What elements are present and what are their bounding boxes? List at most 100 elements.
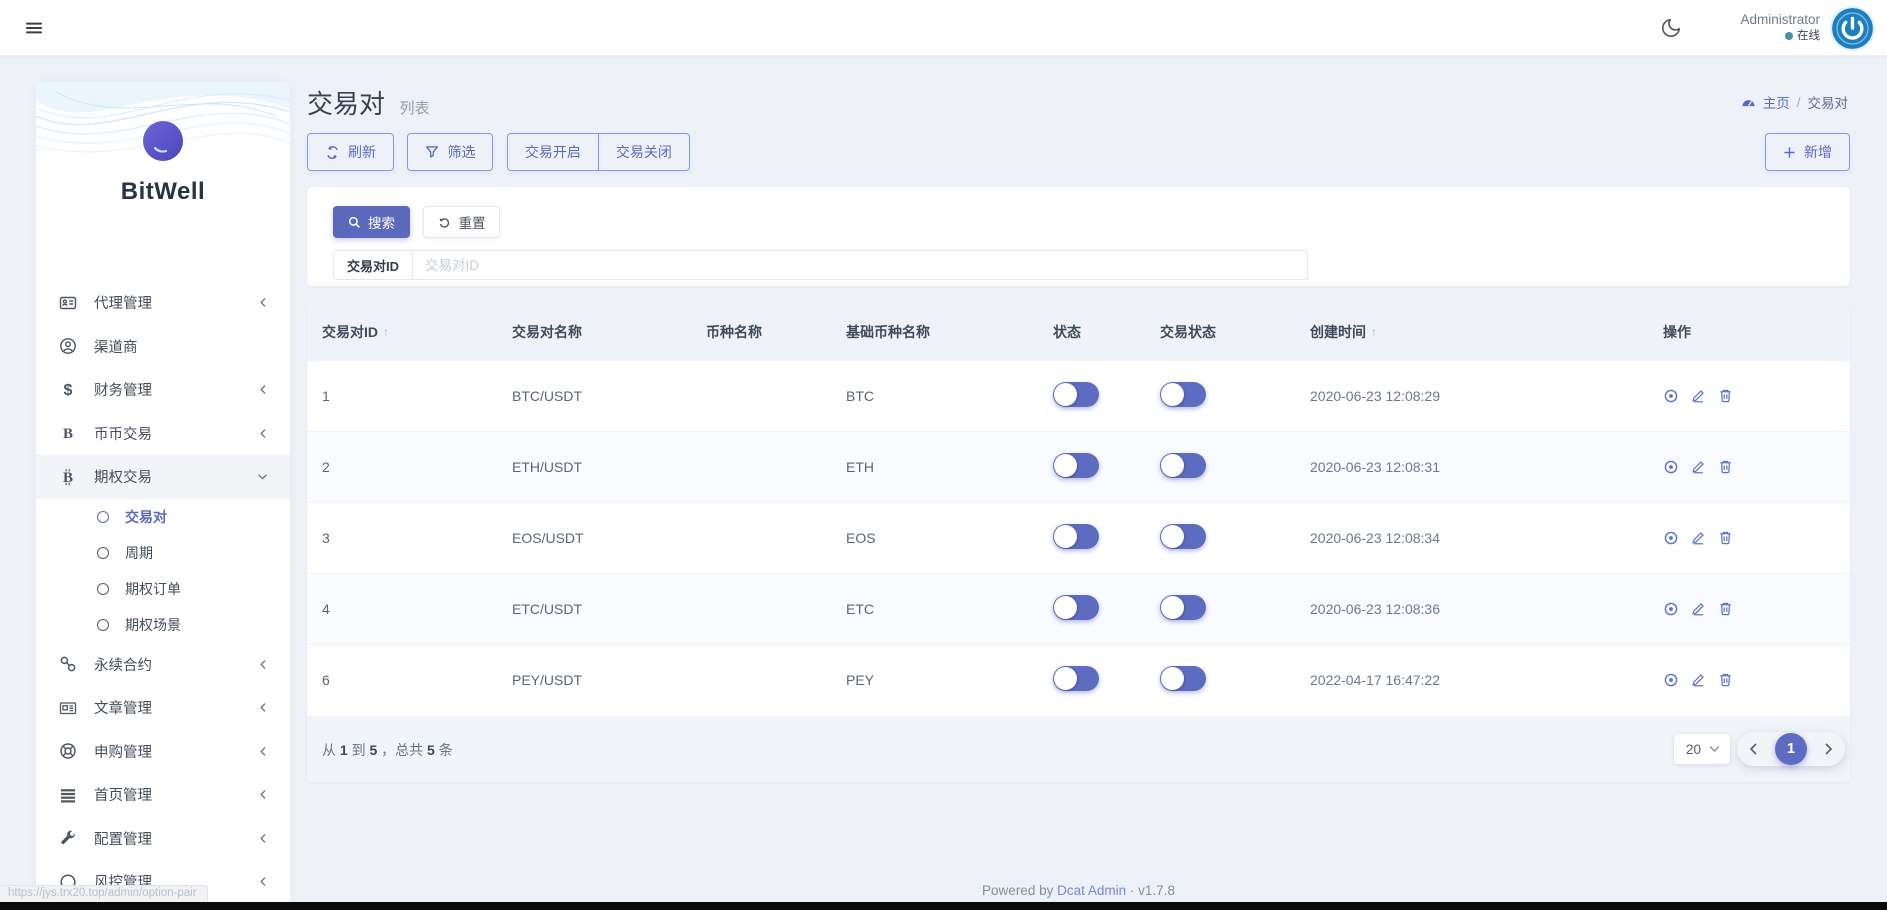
chevron-left-icon: [258, 297, 268, 308]
sidebar-item-agent-management[interactable]: 代理管理: [36, 281, 290, 325]
table-row: 2 ETH/USDT ETH 2020-06-23 12:08:31: [307, 431, 1850, 502]
sidebar-item-label: 代理管理: [94, 292, 152, 313]
sidebar-item-spot-trading[interactable]: B 币币交易: [36, 412, 290, 456]
view-eye-icon[interactable]: [1663, 601, 1679, 617]
column-header[interactable]: 交易对ID↑: [322, 322, 512, 342]
user-avatar-power-icon[interactable]: [1832, 8, 1873, 49]
sidebar-item-subscription-management[interactable]: 申购管理: [36, 730, 290, 774]
edit-pencil-icon[interactable]: [1691, 672, 1706, 688]
edit-pencil-icon[interactable]: [1691, 530, 1706, 546]
delete-trash-icon[interactable]: [1718, 601, 1733, 617]
trade-close-button[interactable]: 交易关闭: [598, 133, 690, 171]
bitwell-logo-icon: [142, 120, 184, 162]
dcat-admin-link[interactable]: Dcat Admin: [1057, 883, 1126, 898]
chevron-left-icon: [258, 659, 268, 670]
chain-link-icon: [58, 655, 78, 673]
trade-status-toggle[interactable]: [1160, 595, 1206, 620]
chevron-left-icon: [258, 833, 268, 844]
search-reset-button[interactable]: 重置: [423, 206, 500, 238]
table-row: 4 ETC/USDT ETC 2020-06-23 12:08:36: [307, 573, 1850, 644]
column-header[interactable]: 创建时间↑: [1310, 322, 1663, 342]
sidebar-item-label: 期权交易: [94, 466, 152, 487]
column-header: 币种名称: [706, 322, 846, 342]
view-eye-icon[interactable]: [1663, 388, 1679, 404]
sidebar-item-channel-merchant[interactable]: 渠道商: [36, 325, 290, 369]
bottom-black-bar: [0, 902, 1887, 910]
delete-trash-icon[interactable]: [1718, 459, 1733, 475]
sidebar-item-perpetual-contract[interactable]: 永续合约: [36, 643, 290, 687]
sidebar-item-label: 配置管理: [94, 828, 152, 849]
trade-status-toggle[interactable]: [1160, 453, 1206, 478]
sidebar-item-options-trading[interactable]: B 期权交易: [36, 455, 290, 499]
sidebar-item-article-management[interactable]: 文章管理: [36, 686, 290, 730]
online-status-label: 在线: [1797, 29, 1820, 43]
edit-pencil-icon[interactable]: [1691, 601, 1706, 617]
sidebar-logo-area: BitWell: [36, 82, 290, 199]
breadcrumb-home-link[interactable]: 主页: [1763, 92, 1790, 112]
refresh-button[interactable]: 刷新: [307, 133, 394, 171]
next-page-button[interactable]: [1824, 743, 1833, 755]
trade-status-toggle[interactable]: [1160, 666, 1206, 691]
trade-toggle-button-group: 交易开启 交易关闭: [507, 133, 690, 171]
dollar-icon: $: [58, 381, 78, 399]
sidebar-item-label: 期权订单: [125, 579, 181, 599]
trade-open-button[interactable]: 交易开启: [507, 133, 599, 171]
cell-base-coin: ETC: [846, 601, 1053, 617]
search-icon: [348, 216, 361, 229]
view-eye-icon[interactable]: [1663, 530, 1679, 546]
sidebar: BitWell 代理管理 渠道商 $ 财务管理 B 币币交易 B 期权交易: [36, 82, 290, 902]
sidebar-item-config-management[interactable]: 配置管理: [36, 817, 290, 861]
view-eye-icon[interactable]: [1663, 459, 1679, 475]
sidebar-subitem-option-scene[interactable]: 期权场景: [36, 607, 290, 643]
status-toggle[interactable]: [1053, 382, 1099, 407]
status-toggle[interactable]: [1053, 524, 1099, 549]
sidebar-item-homepage-management[interactable]: 首页管理: [36, 773, 290, 817]
circle-icon: [97, 547, 109, 559]
delete-trash-icon[interactable]: [1718, 388, 1733, 404]
sidebar-subitem-option-orders[interactable]: 期权订单: [36, 571, 290, 607]
trading-pair-id-field-group: 交易对ID: [333, 250, 1308, 280]
delete-trash-icon[interactable]: [1718, 672, 1733, 688]
sidebar-subitem-period[interactable]: 周期: [36, 535, 290, 571]
user-block[interactable]: Administrator 在线: [1740, 12, 1820, 43]
app-footer: Powered by Dcat Admin · v1.7.8: [307, 883, 1850, 898]
delete-trash-icon[interactable]: [1718, 530, 1733, 546]
field-label: 交易对ID: [333, 250, 412, 280]
status-toggle[interactable]: [1053, 453, 1099, 478]
sidebar-subitem-trading-pair[interactable]: 交易对: [36, 499, 290, 535]
hamburger-menu-icon[interactable]: [24, 18, 44, 38]
search-submit-label: 搜索: [368, 212, 395, 232]
table-row: 1 BTC/USDT BTC 2020-06-23 12:08:29: [307, 360, 1850, 431]
cell-base-coin: EOS: [846, 530, 1053, 546]
filter-button[interactable]: 筛选: [407, 133, 493, 171]
filter-funnel-icon: [425, 145, 439, 159]
cell-pair-name: BTC/USDT: [512, 388, 706, 404]
page-size-select[interactable]: 20: [1674, 734, 1730, 764]
column-header: 交易对名称: [512, 322, 706, 342]
create-button[interactable]: 新增: [1765, 133, 1850, 171]
previous-page-button[interactable]: [1749, 743, 1758, 755]
sort-up-icon[interactable]: ↑: [1371, 325, 1377, 339]
cell-pair-name: ETC/USDT: [512, 601, 706, 617]
current-page-button[interactable]: 1: [1775, 733, 1807, 765]
status-toggle[interactable]: [1053, 666, 1099, 691]
dark-mode-moon-icon[interactable]: [1660, 17, 1682, 39]
trade-status-toggle[interactable]: [1160, 382, 1206, 407]
trading-pair-id-input[interactable]: [412, 250, 1308, 280]
sort-up-icon[interactable]: ↑: [383, 325, 389, 339]
chevron-left-icon: [258, 876, 268, 887]
view-eye-icon[interactable]: [1663, 672, 1679, 688]
row-actions: [1663, 601, 1850, 617]
dashboard-gauge-icon: [1741, 95, 1756, 110]
search-submit-button[interactable]: 搜索: [333, 206, 410, 238]
column-header: 状态: [1053, 322, 1160, 342]
newspaper-icon: [58, 699, 78, 717]
edit-pencil-icon[interactable]: [1691, 459, 1706, 475]
sidebar-item-finance-management[interactable]: $ 财务管理: [36, 368, 290, 412]
browser-link-preview: https://jys.trx20.top/admin/option-pair: [0, 885, 208, 902]
status-toggle[interactable]: [1053, 595, 1099, 620]
trade-status-toggle[interactable]: [1160, 524, 1206, 549]
edit-pencil-icon[interactable]: [1691, 388, 1706, 404]
data-table-card: 交易对ID↑ 交易对名称 币种名称 基础币种名称 状态 交易状态 创建时间↑ 操…: [307, 303, 1850, 782]
page-subtitle: 列表: [399, 100, 429, 117]
